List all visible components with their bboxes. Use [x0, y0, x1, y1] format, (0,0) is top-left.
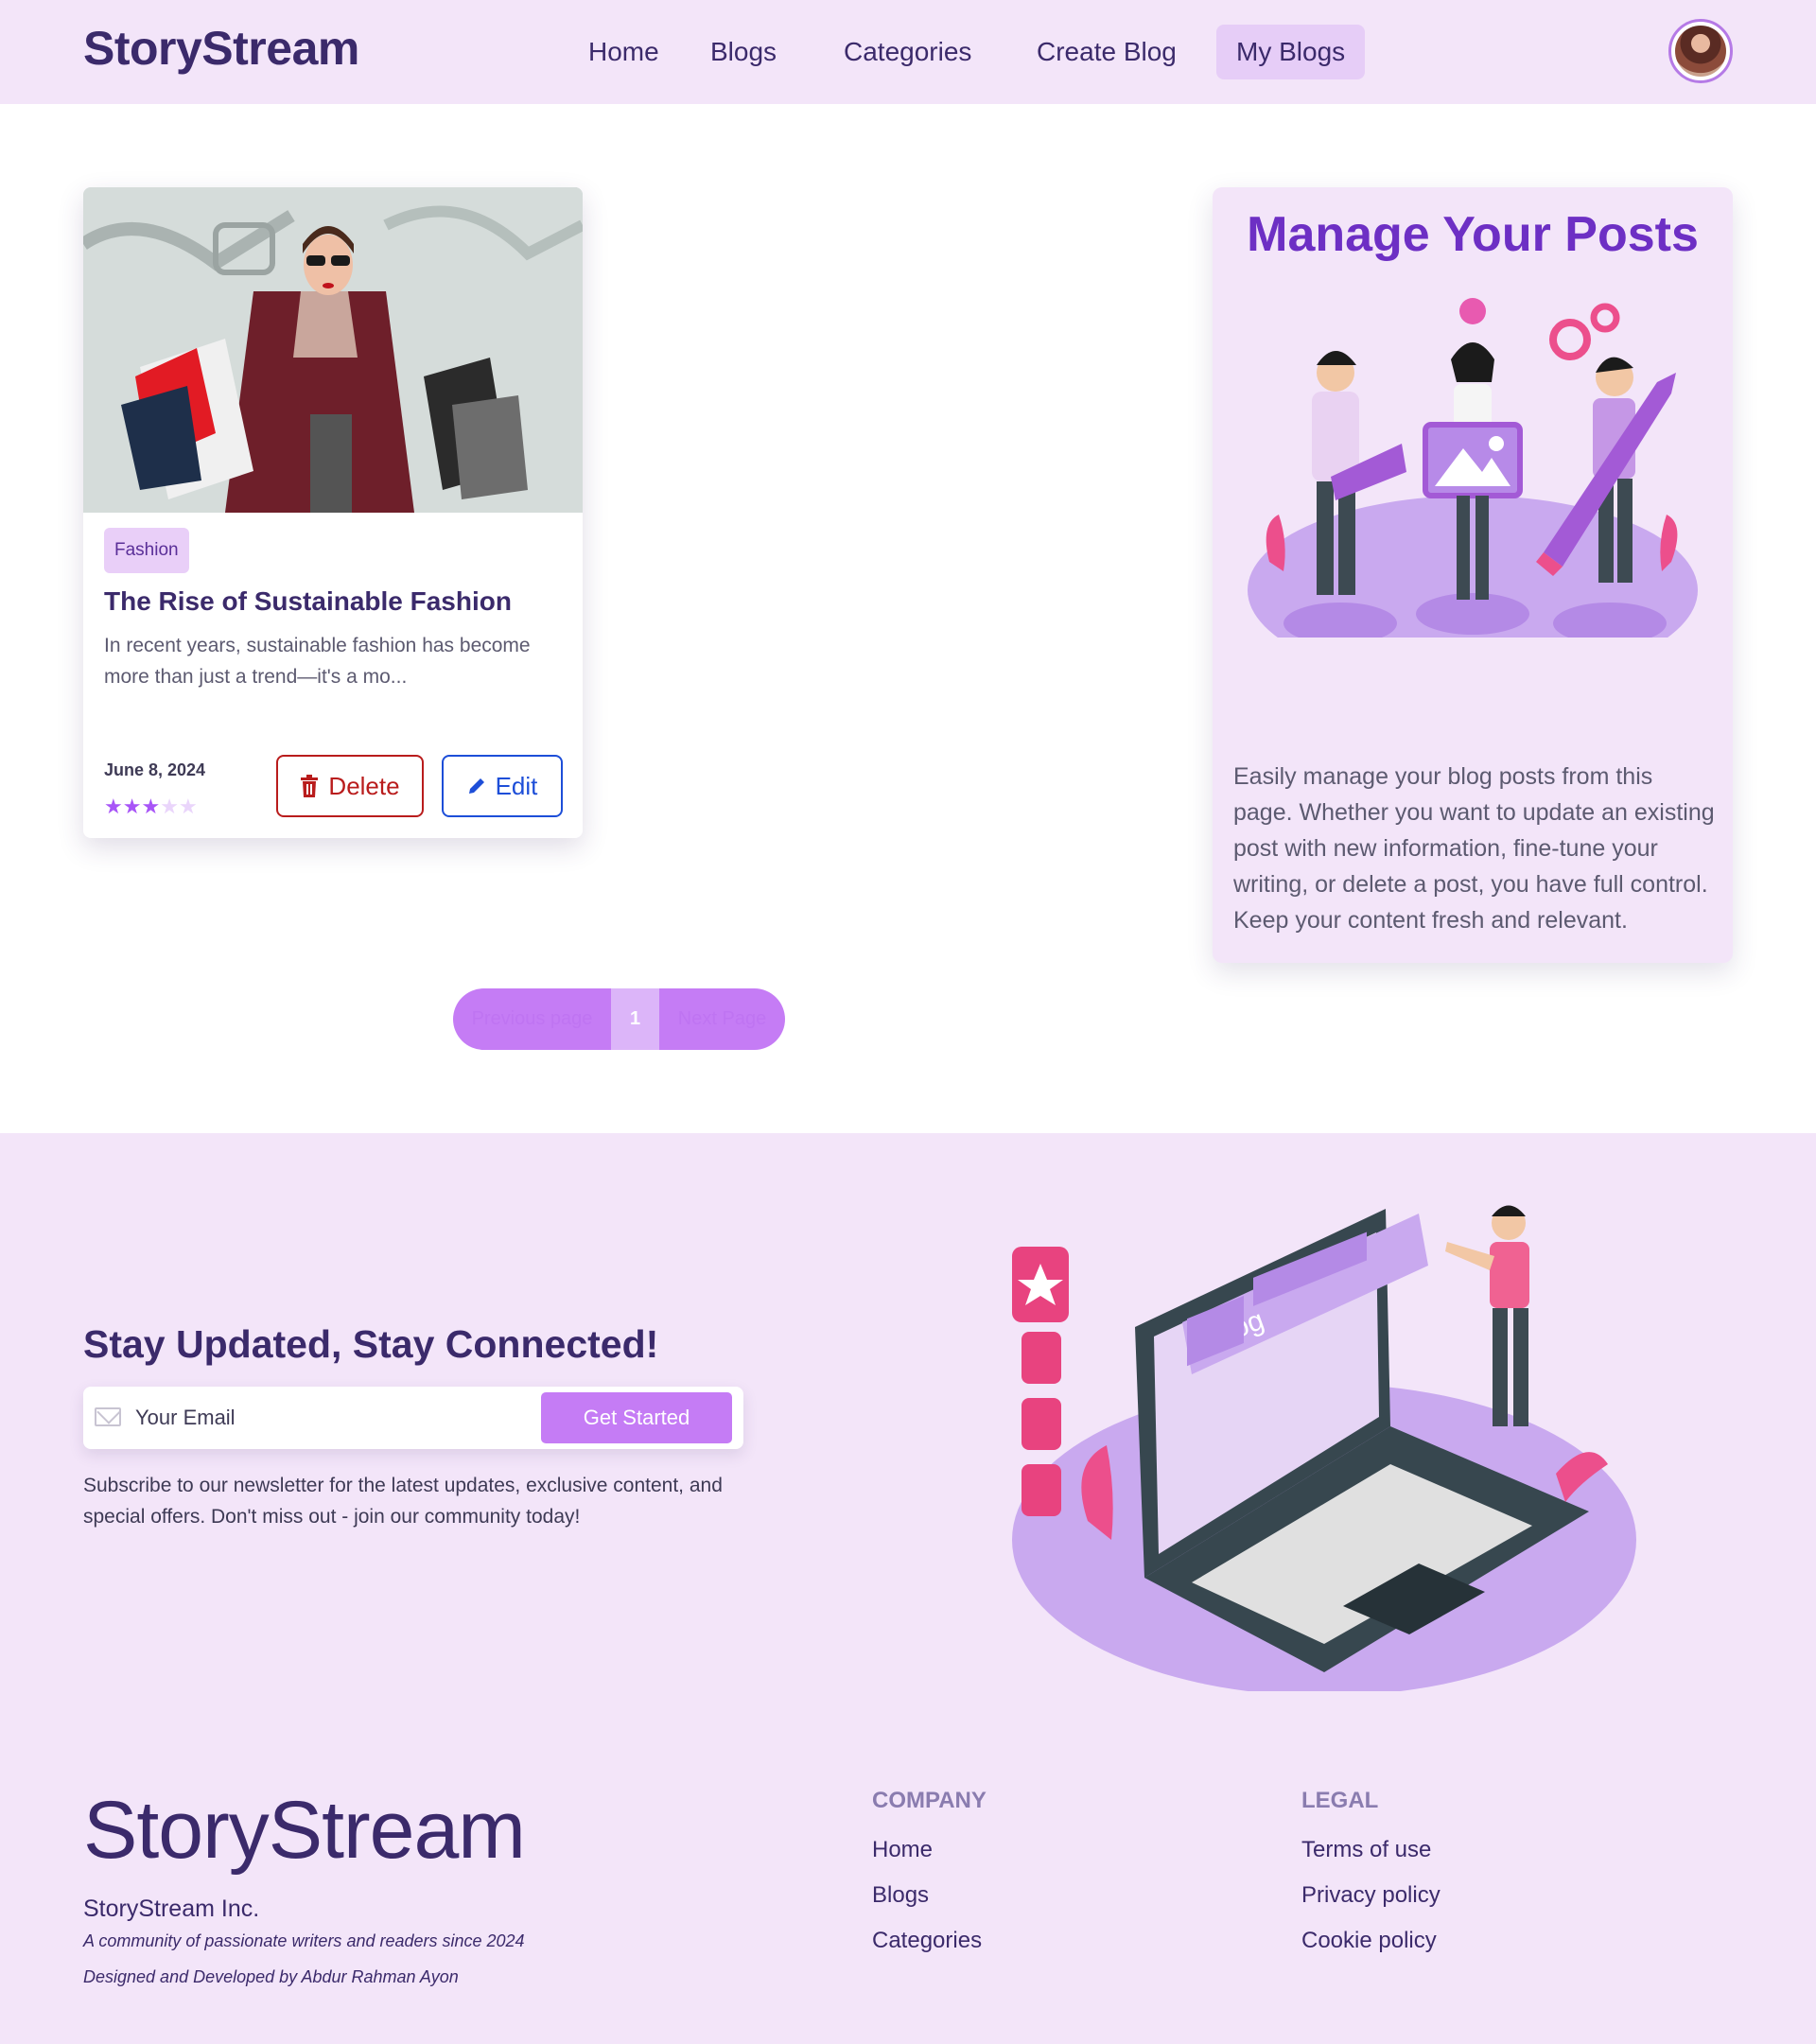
manage-panel-title: Manage Your Posts [1247, 207, 1699, 262]
newsletter-heading: Stay Updated, Stay Connected! [83, 1322, 659, 1366]
footer-tagline: A community of passionate writers and re… [83, 1931, 525, 1950]
blog-card-title[interactable]: The Rise of Sustainable Fashion [104, 586, 512, 617]
footer-company-name: StoryStream Inc. [83, 1896, 260, 1922]
footer-legal-column: LEGAL Terms of use Privacy policy Cookie… [1301, 1788, 1441, 1973]
team-managing-content-illustration-icon [1248, 298, 1698, 638]
footer-link-terms[interactable]: Terms of use [1301, 1837, 1441, 1863]
user-avatar[interactable] [1668, 19, 1733, 83]
footer-link-categories[interactable]: Categories [872, 1928, 987, 1954]
nav-links: Home Blogs Categories Create Blog My Blo… [0, 0, 1816, 104]
footer-column-title: COMPANY [872, 1788, 987, 1813]
footer-link-blogs[interactable]: Blogs [872, 1882, 987, 1909]
next-page-button[interactable]: Next Page [659, 988, 785, 1050]
star-icon: ★ [141, 795, 161, 818]
blog-card-body: Fashion The Rise of Sustainable Fashion … [83, 513, 583, 838]
avatar-icon [1675, 26, 1726, 77]
blog-card-excerpt: In recent years, sustainable fashion has… [104, 635, 531, 688]
nav-home[interactable]: Home [568, 25, 679, 79]
footer-link-home[interactable]: Home [872, 1837, 987, 1863]
edit-button[interactable]: Edit [442, 755, 563, 817]
footer-brand[interactable]: StoryStream [83, 1784, 526, 1878]
star-icon: ★ [104, 795, 123, 818]
manage-posts-panel: Manage Your Posts Easily manage your blo… [1213, 187, 1733, 963]
footer-company-column: COMPANY Home Blogs Categories [872, 1788, 987, 1973]
email-input[interactable] [135, 1394, 514, 1441]
edit-label: Edit [495, 771, 538, 800]
nav-my-blogs[interactable]: My Blogs [1216, 25, 1366, 79]
laptop-blog-illustration-icon: blog [1012, 1205, 1636, 1691]
trash-icon [301, 775, 319, 797]
pencil-icon [468, 778, 484, 794]
page-number-button[interactable]: 1 [611, 988, 659, 1050]
star-empty-icon: ★ [178, 795, 198, 818]
newsletter-description: Subscribe to our newsletter for the late… [83, 1475, 723, 1528]
mail-icon [95, 1407, 121, 1426]
manage-panel-description: Easily manage your blog posts from this … [1233, 763, 1715, 934]
newsletter-form: Get Started [83, 1387, 743, 1449]
nav-categories[interactable]: Categories [824, 25, 991, 79]
get-started-button[interactable]: Get Started [541, 1392, 732, 1443]
footer-link-privacy[interactable]: Privacy policy [1301, 1882, 1441, 1909]
blog-card-image[interactable] [83, 187, 583, 513]
blog-card[interactable]: Fashion The Rise of Sustainable Fashion … [83, 187, 583, 838]
previous-page-button[interactable]: Previous page [453, 988, 611, 1050]
star-icon: ★ [122, 795, 142, 818]
footer-credit: Designed and Developed by Abdur Rahman A… [83, 1967, 459, 1986]
footer-link-cookie[interactable]: Cookie policy [1301, 1928, 1441, 1954]
nav-blogs[interactable]: Blogs [690, 25, 796, 79]
star-rating: ★★★★★ [104, 795, 198, 819]
delete-button[interactable]: Delete [276, 755, 424, 817]
blog-card-date: June 8, 2024 [104, 760, 206, 779]
pagination: Previous page 1 Next Page [453, 988, 785, 1050]
nav-create-blog[interactable]: Create Blog [1017, 25, 1196, 79]
delete-label: Delete [328, 771, 400, 800]
category-badge[interactable]: Fashion [104, 528, 189, 573]
navbar: StoryStream Home Blogs Categories Create… [0, 0, 1816, 104]
footer-column-title: LEGAL [1301, 1788, 1379, 1813]
newsletter-section: Stay Updated, Stay Connected! Get Starte… [0, 1133, 1816, 2044]
star-empty-icon: ★ [160, 795, 179, 818]
woman-shopping-photo-icon [83, 187, 583, 513]
